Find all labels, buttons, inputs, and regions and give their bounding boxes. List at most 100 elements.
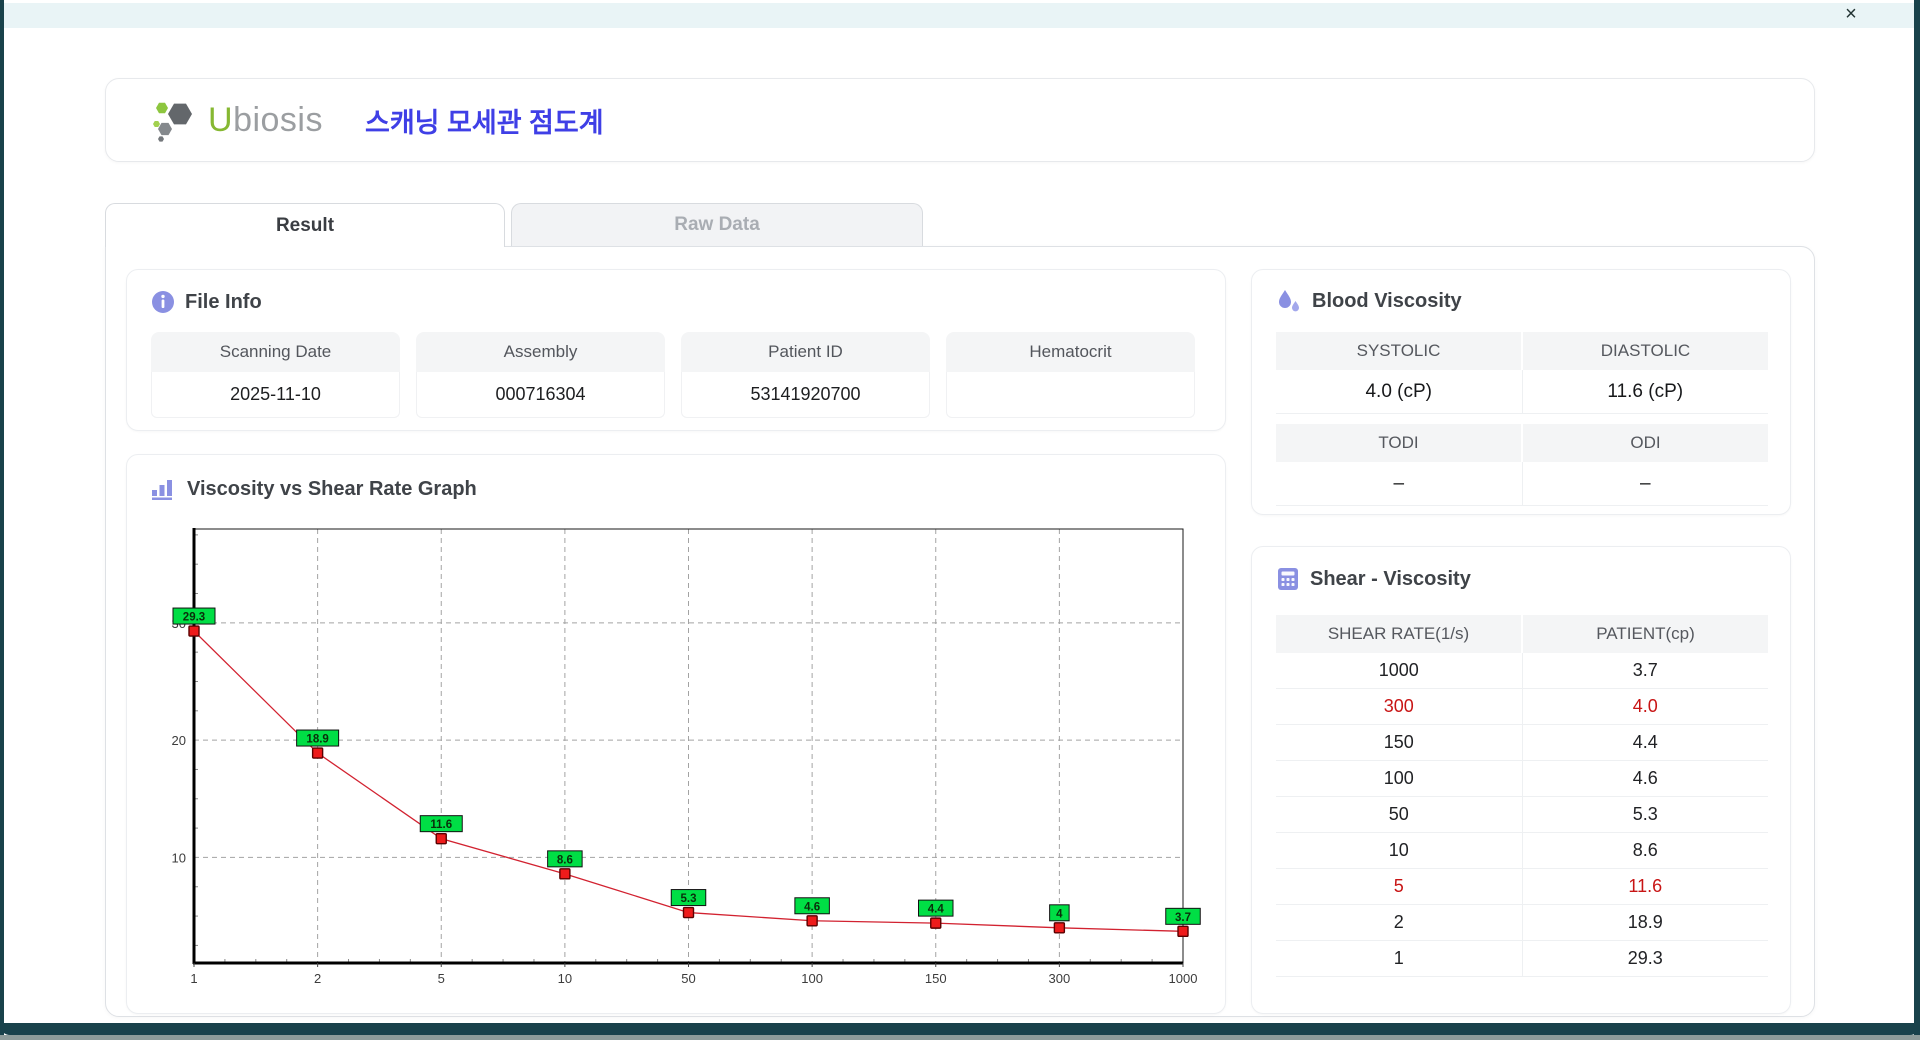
table-row-shear-5: 5 11.6	[1276, 869, 1768, 905]
bv-label-odi: ODI	[1521, 424, 1768, 462]
blood-viscosity-header: Blood Viscosity	[1276, 288, 1462, 314]
sv-column-patient-cp: PATIENT(cp)	[1521, 615, 1768, 653]
file-info-field-hematocrit: Hematocrit	[946, 332, 1195, 418]
svg-text:1000: 1000	[1169, 971, 1198, 986]
table-row-shear-1000: 1000 3.7	[1276, 653, 1768, 689]
bv-value-todi: –	[1276, 462, 1522, 506]
svg-text:1: 1	[190, 971, 197, 986]
bar-chart-icon	[152, 480, 172, 500]
header-card: Ubiosis 스캐닝 모세관 점도계	[105, 78, 1815, 162]
table-row-shear-50: 50 5.3	[1276, 797, 1768, 833]
sv-patient-value: 4.0	[1521, 689, 1769, 724]
brand-rest: biosis	[233, 100, 323, 139]
sv-patient-value: 4.4	[1521, 725, 1769, 760]
svg-text:10: 10	[558, 971, 572, 986]
section-title: Shear - Viscosity	[1310, 567, 1471, 590]
calculator-icon	[1278, 568, 1298, 590]
sv-patient-value: 3.7	[1521, 653, 1769, 688]
svg-text:20: 20	[172, 733, 186, 748]
window-frame-left	[0, 0, 4, 1040]
field-value: 53141920700	[681, 372, 930, 418]
chart-area: 1020301251050100150300100029.318.911.68.…	[149, 517, 1205, 1000]
table-row-shear-150: 150 4.4	[1276, 725, 1768, 761]
field-label: Hematocrit	[946, 332, 1195, 372]
sv-header-row: SHEAR RATE(1/s) PATIENT(cp)	[1276, 615, 1768, 653]
svg-text:3.7: 3.7	[1175, 912, 1191, 924]
svg-text:150: 150	[925, 971, 947, 986]
sv-shear-value: 50	[1388, 804, 1409, 824]
section-title: Blood Viscosity	[1312, 289, 1462, 312]
field-label: Scanning Date	[151, 332, 400, 372]
info-icon	[152, 291, 174, 313]
sv-shear-value: 1	[1393, 948, 1404, 968]
sv-shear-value: 1000	[1378, 660, 1419, 680]
field-value: 000716304	[416, 372, 665, 418]
sv-patient-value: 8.6	[1521, 833, 1769, 868]
svg-text:2: 2	[314, 971, 321, 986]
sv-shear-value: 300	[1383, 696, 1414, 716]
file-info-field-patient-id: Patient ID 53141920700	[681, 332, 930, 418]
bv-value-systolic: 4.0 (cP)	[1276, 370, 1522, 414]
svg-text:4.4: 4.4	[928, 904, 945, 916]
bv-value-diastolic: 11.6 (cP)	[1521, 370, 1768, 414]
field-value	[946, 372, 1195, 418]
table-row-shear-300: 300 4.0	[1276, 689, 1768, 725]
tab-bar: Result Raw Data	[105, 203, 923, 247]
tab-raw-data[interactable]: Raw Data	[511, 203, 923, 246]
sv-patient-value: 11.6	[1521, 869, 1769, 904]
table-row-shear-1: 1 29.3	[1276, 941, 1768, 977]
window-frame-bottom	[0, 1023, 1920, 1035]
svg-text:18.9: 18.9	[306, 734, 328, 746]
bv-label-systolic: SYSTOLIC	[1276, 332, 1521, 370]
graph-header: Viscosity vs Shear Rate Graph	[151, 477, 477, 501]
svg-text:5: 5	[438, 971, 445, 986]
svg-text:50: 50	[681, 971, 695, 986]
svg-text:29.3: 29.3	[183, 612, 205, 624]
file-info-field-assembly: Assembly 000716304	[416, 332, 665, 418]
brand-letter-u: U	[208, 100, 234, 139]
svg-text:4: 4	[1056, 908, 1063, 920]
sv-patient-value: 29.3	[1521, 941, 1769, 976]
brand-text: Ubiosis	[208, 101, 323, 140]
bv-value-row: 4.0 (cP) 11.6 (cP)	[1276, 370, 1768, 414]
shear-viscosity-table: SHEAR RATE(1/s) PATIENT(cp) 1000 3.7 300 4.0 1…	[1276, 615, 1768, 977]
bv-value-row: – –	[1276, 462, 1768, 506]
table-row-shear-100: 100 4.6	[1276, 761, 1768, 797]
bv-header-row: TODI ODI	[1276, 424, 1768, 462]
hexagon-logo-icon	[153, 102, 192, 142]
svg-text:5.3: 5.3	[681, 893, 697, 905]
shear-viscosity-header: Shear - Viscosity	[1276, 567, 1471, 591]
section-title: File Info	[185, 290, 262, 313]
bv-value-odi: –	[1521, 462, 1768, 506]
svg-text:11.6: 11.6	[430, 819, 452, 831]
window-titlebar	[4, 2, 1914, 28]
content-panel: File Info Scanning Date 2025-11-10 Assembl…	[105, 246, 1815, 1017]
close-icon[interactable]: ×	[1838, 2, 1864, 26]
svg-text:100: 100	[801, 971, 823, 986]
bv-label-diastolic: DIASTOLIC	[1521, 332, 1768, 370]
water-drops-icon	[1279, 290, 1299, 312]
bv-label-todi: TODI	[1276, 424, 1521, 462]
window-frame-right	[1914, 0, 1920, 1040]
svg-text:4.6: 4.6	[804, 901, 820, 913]
blood-viscosity-table: SYSTOLIC DIASTOLIC 4.0 (cP) 11.6 (cP) TODI OD…	[1276, 332, 1768, 506]
file-info-fields: Scanning Date 2025-11-10 Assembly 000716304…	[151, 332, 1195, 418]
file-info-card: File Info Scanning Date 2025-11-10 Assembl…	[126, 269, 1226, 431]
tab-result[interactable]: Result	[105, 203, 505, 247]
sv-patient-value: 4.6	[1521, 761, 1769, 796]
sv-patient-value: 5.3	[1521, 797, 1769, 832]
file-info-field-scanning-date: Scanning Date 2025-11-10	[151, 332, 400, 418]
file-info-header: File Info	[151, 290, 262, 314]
sv-shear-value: 5	[1393, 876, 1404, 896]
brand-logo: Ubiosis	[150, 96, 323, 144]
shear-viscosity-card: Shear - Viscosity SHEAR RATE(1/s) PATIENT…	[1251, 546, 1791, 1014]
blood-viscosity-card: Blood Viscosity SYSTOLIC DIASTOLIC 4.0 (cP…	[1251, 269, 1791, 515]
field-value: 2025-11-10	[151, 372, 400, 418]
sv-patient-value: 18.9	[1521, 905, 1769, 940]
table-row-shear-2: 2 18.9	[1276, 905, 1768, 941]
sv-column-shear-rate-1-s: SHEAR RATE(1/s)	[1327, 624, 1470, 643]
graph-card: Viscosity vs Shear Rate Graph 1020301251…	[126, 454, 1226, 1014]
viscosity-chart: 1020301251050100150300100029.318.911.68.…	[172, 528, 1201, 986]
svg-text:8.6: 8.6	[557, 854, 573, 866]
sv-shear-value: 150	[1383, 732, 1414, 752]
